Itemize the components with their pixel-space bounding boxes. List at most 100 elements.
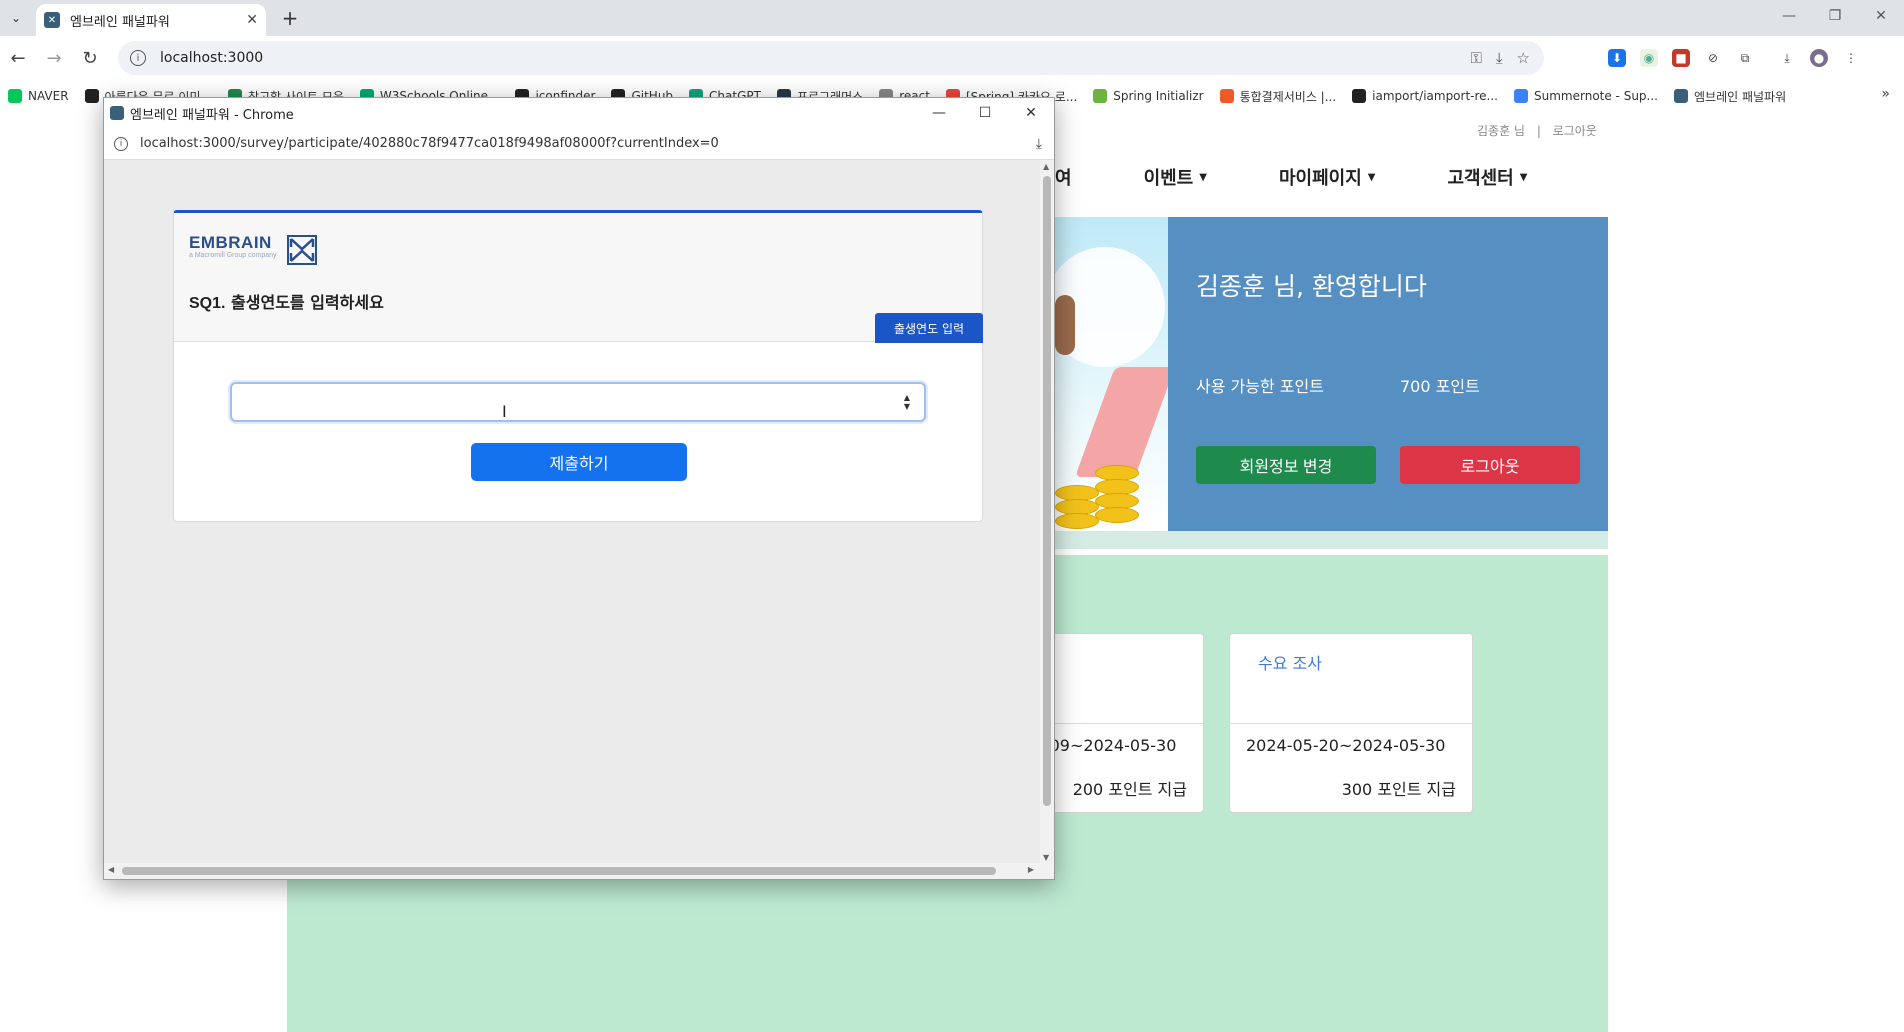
tab-title: 엠브레인 패널파워 bbox=[70, 14, 170, 30]
forward-arrow-icon[interactable]: → bbox=[40, 44, 68, 72]
browser-toolbar: ← → ↻ i localhost:3000 ⚿ ⤓ ☆ ⬇ ◉ ■ ⊘ ⧉ ⤓… bbox=[0, 36, 1904, 82]
nav-label: 이벤트 bbox=[1143, 168, 1194, 189]
star-icon[interactable]: ☆ bbox=[1517, 49, 1530, 67]
browser-tab[interactable]: ✕ 엠브레인 패널파워 ✕ bbox=[36, 4, 266, 36]
scroll-right-icon[interactable]: ▶ bbox=[1028, 865, 1034, 874]
scroll-down-icon[interactable]: ▼ bbox=[1043, 853, 1049, 862]
popup-title: 엠브레인 패널파워 - Chrome bbox=[130, 107, 294, 123]
question-type-badge: 출생연도 입력 bbox=[875, 313, 983, 343]
tab-close-icon[interactable]: ✕ bbox=[246, 12, 258, 28]
nav-item-participate[interactable]: 여 bbox=[1055, 164, 1072, 190]
close-window-button[interactable]: ✕ bbox=[1858, 0, 1904, 32]
tab-strip: ⌄ ✕ 엠브레인 패널파워 ✕ + — ❐ ✕ bbox=[0, 0, 1904, 36]
text-cursor-icon: I bbox=[502, 402, 507, 421]
scroll-up-icon[interactable]: ▲ bbox=[1043, 162, 1049, 171]
caret-down-icon: ▼ bbox=[1199, 171, 1207, 183]
nav-label: 마이페이지 bbox=[1278, 168, 1362, 189]
bookmark-label: iamport/iamport-re... bbox=[1372, 89, 1498, 103]
question-text: 출생연도를 입력하세요 bbox=[231, 293, 384, 312]
popup-maximize-button[interactable]: ☐ bbox=[962, 98, 1008, 128]
profile-icon[interactable]: ● bbox=[1810, 49, 1828, 67]
separator: | bbox=[1536, 124, 1541, 138]
top-links: 김종훈 님 | 로그아웃 bbox=[1473, 122, 1601, 139]
install-icon[interactable]: ⤓ bbox=[1036, 136, 1042, 152]
menu-icon[interactable]: ⋮ bbox=[1842, 49, 1860, 67]
popup-titlebar[interactable]: 엠브레인 패널파워 - Chrome — ☐ ✕ bbox=[104, 98, 1054, 128]
popup-close-button[interactable]: ✕ bbox=[1008, 98, 1054, 128]
site-favicon-icon bbox=[110, 106, 124, 120]
points-value: 700 포인트 bbox=[1400, 377, 1480, 396]
tab-search-icon[interactable]: ⌄ bbox=[4, 6, 28, 30]
edit-profile-button[interactable]: 회원정보 변경 bbox=[1196, 446, 1376, 484]
bookmark-item[interactable]: Summernote - Sup... bbox=[1514, 89, 1658, 103]
welcome-panel: 김종훈 님, 환영합니다 사용 가능한 포인트 700 포인트 회원정보 변경 … bbox=[1168, 217, 1608, 531]
bookmark-label: 엠브레인 패널파워 bbox=[1693, 89, 1787, 104]
question-number: SQ1. bbox=[189, 295, 226, 312]
survey-popup-window: 엠브레인 패널파워 - Chrome — ☐ ✕ i localhost:300… bbox=[103, 97, 1055, 880]
bookmark-item[interactable]: iamport/iamport-re... bbox=[1352, 89, 1498, 103]
rising-arrow-illustration bbox=[1074, 367, 1168, 477]
vertical-scrollbar[interactable]: ▲ ▼ bbox=[1040, 160, 1054, 864]
popup-minimize-button[interactable]: — bbox=[916, 98, 962, 128]
user-name-link[interactable]: 김종훈 님 bbox=[1477, 124, 1525, 138]
logout-button[interactable]: 로그아웃 bbox=[1400, 446, 1580, 484]
scroll-left-icon[interactable]: ◀ bbox=[108, 865, 114, 874]
spin-down-icon[interactable]: ▼ bbox=[904, 402, 910, 411]
window-controls: — ❐ ✕ bbox=[1766, 0, 1904, 32]
extensions-icon[interactable]: ⧉ bbox=[1736, 49, 1754, 67]
birth-year-input[interactable] bbox=[240, 389, 880, 415]
back-arrow-icon[interactable]: ← bbox=[4, 44, 32, 72]
banner-illustration bbox=[1055, 217, 1168, 531]
new-tab-button[interactable]: + bbox=[278, 6, 302, 30]
brand-name: EMBRAIN bbox=[189, 233, 272, 252]
nav-label: 여 bbox=[1055, 168, 1072, 189]
extensions-area: ⬇ ◉ ■ ⊘ ⧉ ⤓ ● ⋮ bbox=[1608, 44, 1860, 72]
horizontal-scrollbar[interactable]: ◀ ▶ bbox=[104, 863, 1054, 879]
bookmark-item[interactable]: 통합결제서비스 |... bbox=[1219, 88, 1336, 105]
bookmark-favicon-icon bbox=[8, 89, 22, 103]
scroll-thumb[interactable] bbox=[1043, 176, 1051, 806]
survey-title: 수요 조사 bbox=[1230, 634, 1472, 724]
scroll-thumb[interactable] bbox=[122, 867, 996, 875]
popup-url: localhost:3000/survey/participate/402880… bbox=[140, 136, 719, 151]
address-bar[interactable]: i localhost:3000 ⚿ ⤓ ☆ bbox=[118, 41, 1544, 75]
key-icon[interactable]: ⚿ bbox=[1470, 49, 1481, 67]
popup-address-bar[interactable]: i localhost:3000/survey/participate/4028… bbox=[104, 128, 1054, 160]
nav-item-event[interactable]: 이벤트 ▼ bbox=[1144, 164, 1207, 190]
survey-card[interactable]: 수요 조사 2024-05-20~2024-05-30 300 포인트 지급 bbox=[1229, 633, 1473, 813]
brand-sub: a Macromill Group company bbox=[189, 252, 277, 259]
bookmark-label: NAVER bbox=[28, 89, 69, 103]
spin-up-icon[interactable]: ▲ bbox=[904, 393, 910, 402]
caret-down-icon: ▼ bbox=[1519, 171, 1528, 183]
download-icon[interactable]: ⤓ bbox=[1778, 49, 1796, 67]
install-icon[interactable]: ⤓ bbox=[1496, 49, 1503, 67]
download-ext-icon[interactable]: ⬇ bbox=[1608, 49, 1626, 67]
reload-icon[interactable]: ↻ bbox=[76, 44, 104, 72]
welcome-title: 김종훈 님, 환영합니다 bbox=[1196, 272, 1427, 301]
ext-icon[interactable]: ⊘ bbox=[1704, 49, 1722, 67]
ext-icon[interactable]: ■ bbox=[1672, 49, 1690, 67]
bookmark-item[interactable]: 엠브레인 패널파워 bbox=[1673, 88, 1787, 105]
bookmark-favicon-icon bbox=[84, 89, 99, 103]
minimize-button[interactable]: — bbox=[1766, 0, 1812, 32]
survey-reward: 200 포인트 지급 bbox=[1072, 780, 1187, 799]
bookmark-favicon-icon bbox=[1673, 89, 1688, 103]
ext-icon[interactable]: ◉ bbox=[1640, 49, 1658, 67]
birth-year-input-wrapper[interactable]: I ▲ ▼ bbox=[230, 382, 926, 422]
bookmark-label: Spring Initializr bbox=[1113, 89, 1204, 103]
survey-question-panel: EMBRAIN a Macromill Group company SQ1. 출… bbox=[173, 210, 983, 522]
bookmarks-overflow-icon[interactable]: » bbox=[1881, 86, 1890, 102]
nav-item-support[interactable]: 고객센터 ▼ bbox=[1447, 164, 1527, 190]
info-icon[interactable]: i bbox=[114, 136, 128, 151]
nav-item-mypage[interactable]: 마이페이지 ▼ bbox=[1279, 164, 1376, 190]
divider-strip bbox=[1055, 531, 1608, 549]
number-spinner[interactable]: ▲ ▼ bbox=[902, 389, 912, 415]
survey-reward: 300 포인트 지급 bbox=[1341, 780, 1456, 799]
top-logout-link[interactable]: 로그아웃 bbox=[1553, 124, 1597, 138]
info-icon[interactable]: i bbox=[130, 50, 146, 66]
restore-button[interactable]: ❐ bbox=[1812, 0, 1858, 32]
bookmark-item[interactable]: NAVER bbox=[8, 89, 69, 103]
bookmark-item[interactable]: Spring Initializr bbox=[1093, 89, 1204, 103]
bookmark-label: Summernote - Sup... bbox=[1534, 89, 1658, 103]
submit-button[interactable]: 제출하기 bbox=[471, 443, 687, 481]
